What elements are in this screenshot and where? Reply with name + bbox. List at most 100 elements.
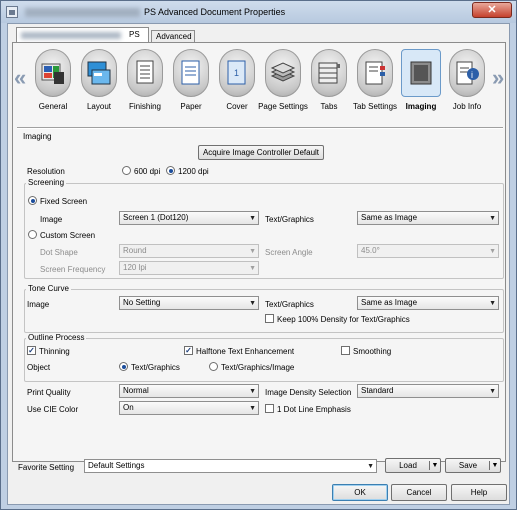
smoothing-label: Smoothing — [353, 347, 392, 356]
imaging-section-title: Imaging — [23, 132, 52, 141]
screen-textgraphics-label: Text/Graphics — [265, 215, 314, 224]
dot-shape-value: Round — [123, 246, 147, 255]
print-quality-value: Normal — [123, 386, 149, 395]
chevron-down-icon: ▼ — [249, 405, 256, 412]
favorite-setting-label: Favorite Setting — [18, 463, 75, 472]
resolution-label: Resolution — [27, 167, 65, 176]
halftone-checkbox[interactable] — [184, 346, 193, 355]
object-textgraphics-radio[interactable] — [119, 362, 128, 371]
chevron-down-icon: ▼ — [249, 300, 256, 307]
window-title: PS Advanced Document Properties — [144, 7, 286, 17]
tone-textgraphics-value: Same as Image — [361, 298, 418, 307]
layout-icon — [87, 61, 111, 85]
redacted-printer-name — [25, 8, 140, 17]
tone-curve-title: Tone Curve — [26, 284, 71, 293]
help-button[interactable]: Help — [451, 484, 507, 501]
favorite-setting-select[interactable]: Default Settings ▼ — [84, 459, 377, 473]
tabs-icon — [318, 62, 340, 84]
dot-shape-label: Dot Shape — [40, 248, 78, 257]
screen-textgraphics-select[interactable]: Same as Image ▼ — [357, 211, 499, 225]
screen-image-select[interactable]: Screen 1 (Dot120) ▼ — [119, 211, 259, 225]
res-600-label: 600 dpi — [134, 167, 161, 176]
svg-text:1: 1 — [234, 68, 239, 78]
tone-image-select[interactable]: No Setting ▼ — [119, 296, 259, 310]
divider — [17, 127, 503, 129]
save-dropdown-icon[interactable]: ▼ — [490, 459, 500, 472]
image-density-label: Image Density Selection — [265, 388, 352, 397]
load-dropdown-icon[interactable]: ▼ — [430, 459, 440, 472]
object-textgraphicsimage-label: Text/Graphics/Image — [221, 363, 295, 372]
acquire-defaults-button[interactable]: Acquire Image Controller Default — [198, 145, 324, 160]
svg-text:i: i — [471, 70, 473, 80]
tab-ps-label: PS — [129, 30, 140, 39]
smoothing-checkbox[interactable] — [341, 346, 350, 355]
screen-textgraphics-value: Same as Image — [361, 213, 418, 222]
dot-line-checkbox[interactable] — [265, 404, 274, 413]
image-density-value: Standard — [361, 386, 394, 395]
outline-process-group — [24, 338, 504, 382]
tab-job-info-label: Job Info — [452, 102, 482, 111]
chevron-down-icon: ▼ — [489, 388, 496, 395]
screen-image-value: Screen 1 (Dot120) — [123, 213, 189, 222]
object-textgraphics-label: Text/Graphics — [131, 363, 180, 372]
tone-textgraphics-select[interactable]: Same as Image ▼ — [357, 296, 499, 310]
imaging-icon — [410, 61, 432, 85]
tab-advanced-label: Advanced — [156, 32, 192, 41]
scroll-left-arrow-icon[interactable]: « — [14, 67, 26, 91]
chevron-down-icon: ▼ — [249, 215, 256, 222]
keep-density-checkbox[interactable] — [265, 314, 274, 323]
use-cie-value: On — [123, 403, 134, 412]
fixed-screen-radio[interactable] — [28, 196, 37, 205]
load-button[interactable]: Load ▼ — [385, 458, 441, 473]
tab-job-info[interactable]: i Job Info — [443, 49, 491, 119]
tone-image-value: No Setting — [123, 298, 161, 307]
use-cie-select[interactable]: On ▼ — [119, 401, 259, 415]
page-settings-icon — [270, 62, 296, 82]
dot-shape-select[interactable]: Round ▼ — [119, 244, 259, 258]
redacted-tab-name — [21, 32, 121, 39]
screen-frequency-label: Screen Frequency — [40, 265, 106, 274]
cancel-button[interactable]: Cancel — [391, 484, 447, 501]
chevron-down-icon: ▼ — [249, 248, 256, 255]
load-button-label: Load — [399, 461, 417, 470]
dialog-window: PS Advanced Document Properties ✕ PS Adv… — [0, 0, 517, 510]
scroll-right-arrow-icon[interactable]: » — [492, 67, 504, 91]
halftone-label: Halftone Text Enhancement — [196, 347, 295, 356]
dot-line-label: 1 Dot Line Emphasis — [277, 405, 351, 414]
save-button-label: Save — [458, 461, 478, 470]
chevron-down-icon: ▼ — [489, 215, 496, 222]
tab-ps[interactable]: PS — [16, 27, 149, 43]
save-button[interactable]: Save ▼ — [445, 458, 501, 473]
finishing-icon — [136, 60, 154, 84]
dialog-client: PS Advanced « » General Layout Finishing… — [7, 23, 510, 505]
tone-image-label: Image — [27, 300, 50, 309]
print-quality-select[interactable]: Normal ▼ — [119, 384, 259, 398]
ok-button[interactable]: OK — [332, 484, 388, 501]
custom-screen-radio[interactable] — [28, 230, 37, 239]
res-600-radio[interactable] — [122, 166, 131, 175]
screening-title: Screening — [26, 178, 67, 187]
screen-angle-label: Screen Angle — [265, 248, 313, 257]
screen-image-label: Image — [40, 215, 63, 224]
fixed-screen-label: Fixed Screen — [40, 197, 88, 206]
screen-angle-select[interactable]: 45.0° ▼ — [357, 244, 499, 258]
tone-textgraphics-label: Text/Graphics — [265, 300, 314, 309]
screen-frequency-select[interactable]: 120 lpi ▼ — [119, 261, 259, 275]
close-button[interactable]: ✕ — [472, 2, 512, 18]
screen-angle-value: 45.0° — [361, 246, 380, 255]
tab-settings-icon — [365, 61, 385, 85]
chevron-down-icon: ▼ — [367, 463, 374, 470]
print-quality-label: Print Quality — [27, 388, 71, 397]
outline-process-title: Outline Process — [26, 333, 87, 342]
thinning-checkbox[interactable] — [27, 346, 36, 355]
res-1200-radio[interactable] — [166, 166, 175, 175]
title-bar: PS Advanced Document Properties ✕ — [1, 1, 516, 23]
printer-app-icon — [6, 6, 18, 18]
image-density-select[interactable]: Standard ▼ — [357, 384, 499, 398]
object-textgraphicsimage-radio[interactable] — [209, 362, 218, 371]
cover-icon: 1 — [227, 60, 246, 85]
custom-screen-label: Custom Screen — [40, 231, 96, 240]
thinning-label: Thinning — [39, 347, 70, 356]
res-1200-label: 1200 dpi — [178, 167, 209, 176]
chevron-down-icon: ▼ — [489, 248, 496, 255]
